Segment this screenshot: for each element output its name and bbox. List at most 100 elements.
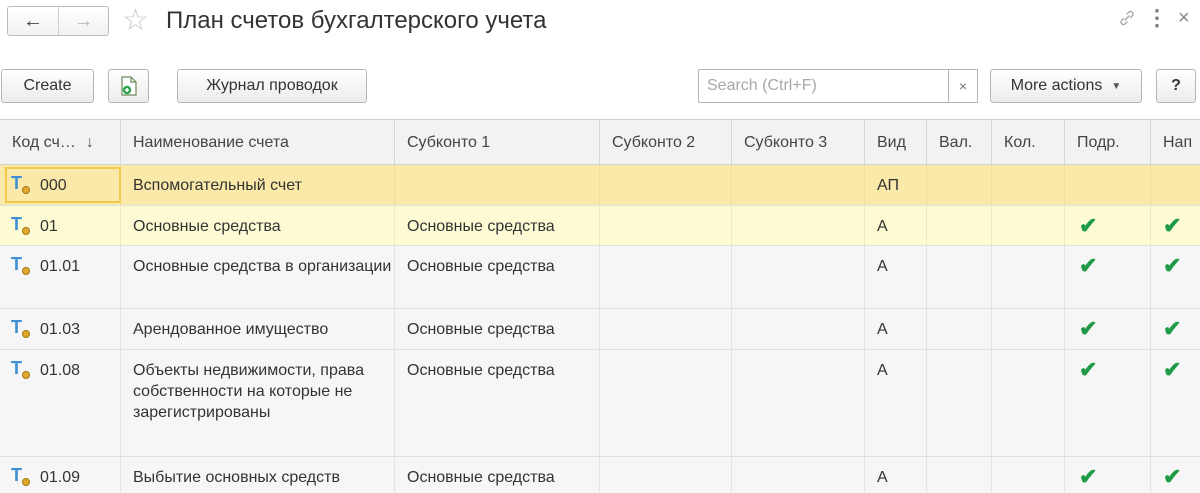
window-header: ← → ☆ План счетов бухгалтерского учета ⋮… [0, 0, 1200, 50]
cell-name[interactable]: Основные средства в организации [121, 246, 395, 308]
cell-nap[interactable]: ✔ [1151, 309, 1200, 349]
cell-subconto1[interactable] [395, 165, 600, 205]
column-header-division[interactable]: Подр. [1065, 120, 1151, 164]
cell-type[interactable]: А [865, 246, 927, 308]
account-type-icon: T [11, 254, 33, 276]
cell-currency[interactable] [927, 246, 992, 308]
cell-name[interactable]: Выбытие основных средств [121, 457, 395, 493]
cell-subconto1[interactable]: Основные средства [395, 350, 600, 456]
type-dot [22, 371, 30, 379]
save-to-file-button[interactable] [108, 69, 149, 103]
cell-nap[interactable]: ✔ [1151, 350, 1200, 456]
cell-name[interactable]: Объекты недвижимости, права собственност… [121, 350, 395, 456]
table-row[interactable]: T 01 Основные средства Основные средства … [0, 206, 1200, 246]
link-icon[interactable] [1117, 8, 1137, 34]
forward-button[interactable]: → [58, 7, 108, 35]
column-header-subconto3[interactable]: Субконто 3 [732, 120, 865, 164]
cell-quantity[interactable] [992, 206, 1065, 245]
cell-division[interactable]: ✔ [1065, 206, 1151, 245]
account-type-icon: T [11, 358, 33, 380]
cell-quantity[interactable] [992, 457, 1065, 493]
table-row[interactable]: T 01.08 Объекты недвижимости, права собст… [0, 350, 1200, 457]
cell-subconto1[interactable]: Основные средства [395, 309, 600, 349]
cell-type[interactable]: А [865, 206, 927, 245]
cell-quantity[interactable] [992, 165, 1065, 205]
cell-subconto1[interactable]: Основные средства [395, 246, 600, 308]
favorite-star-icon[interactable]: ☆ [122, 6, 149, 36]
cell-code[interactable]: T 01.01 [0, 246, 121, 308]
clear-icon: × [958, 78, 968, 94]
table-row[interactable]: T 01.09 Выбытие основных средств Основные… [0, 457, 1200, 493]
cell-name[interactable]: Основные средства [121, 206, 395, 245]
cell-name[interactable]: Вспомогательный счет [121, 165, 395, 205]
cell-subconto2[interactable] [600, 350, 732, 456]
account-type-icon: T [11, 173, 33, 195]
column-header-type[interactable]: Вид [865, 120, 927, 164]
cell-subconto1[interactable]: Основные средства [395, 206, 600, 245]
cell-code[interactable]: T 01 [0, 206, 121, 245]
cell-subconto3[interactable] [732, 165, 865, 205]
column-header-subconto1[interactable]: Субконто 1 [395, 120, 600, 164]
search-input[interactable] [707, 77, 940, 95]
table-row[interactable]: T 000 Вспомогательный счет АП [0, 165, 1200, 206]
column-header-subconto2[interactable]: Субконто 2 [600, 120, 732, 164]
cell-subconto3[interactable] [732, 457, 865, 493]
help-button[interactable]: ? [1156, 69, 1196, 103]
cell-quantity[interactable] [992, 309, 1065, 349]
cell-nap[interactable]: ✔ [1151, 457, 1200, 493]
table-row[interactable]: T 01.03 Арендованное имущество Основные с… [0, 309, 1200, 350]
cell-subconto1[interactable]: Основные средства [395, 457, 600, 493]
cell-division[interactable]: ✔ [1065, 309, 1151, 349]
column-header-code[interactable]: Код сч… ↓ [0, 120, 121, 164]
cell-division[interactable]: ✔ [1065, 350, 1151, 456]
cell-name[interactable]: Арендованное имущество [121, 309, 395, 349]
column-header-currency[interactable]: Вал. [927, 120, 992, 164]
account-type-icon: T [11, 465, 33, 487]
cell-code[interactable]: T 01.03 [0, 309, 121, 349]
back-button[interactable]: ← [8, 7, 58, 35]
close-icon[interactable]: × [1178, 8, 1190, 28]
cell-subconto2[interactable] [600, 246, 732, 308]
cell-currency[interactable] [927, 350, 992, 456]
cell-division[interactable]: ✔ [1065, 246, 1151, 308]
more-vertical-icon[interactable]: ⋮ [1146, 7, 1168, 29]
create-button[interactable]: Create [1, 69, 94, 103]
journal-button[interactable]: Журнал проводок [177, 69, 367, 103]
cell-subconto3[interactable] [732, 350, 865, 456]
cell-type[interactable]: А [865, 457, 927, 493]
cell-subconto3[interactable] [732, 309, 865, 349]
cell-subconto2[interactable] [600, 309, 732, 349]
column-header-quantity[interactable]: Кол. [992, 120, 1065, 164]
table-row[interactable]: T 01.01 Основные средства в организации О… [0, 246, 1200, 309]
cell-type[interactable]: А [865, 309, 927, 349]
cell-subconto2[interactable] [600, 206, 732, 245]
more-actions-button[interactable]: More actions ▼ [990, 69, 1142, 103]
cell-currency[interactable] [927, 457, 992, 493]
cell-code[interactable]: T 000 [0, 165, 121, 205]
type-letter: T [11, 254, 22, 274]
cell-nap[interactable]: ✔ [1151, 206, 1200, 245]
save-file-icon [120, 76, 137, 96]
cell-subconto3[interactable] [732, 206, 865, 245]
cell-currency[interactable] [927, 206, 992, 245]
cell-subconto2[interactable] [600, 165, 732, 205]
cell-division[interactable] [1065, 165, 1151, 205]
cell-currency[interactable] [927, 309, 992, 349]
clear-search-button[interactable]: × [948, 69, 978, 103]
sort-descending-icon: ↓ [85, 134, 94, 151]
cell-quantity[interactable] [992, 350, 1065, 456]
cell-code[interactable]: T 01.09 [0, 457, 121, 493]
cell-subconto3[interactable] [732, 246, 865, 308]
cell-nap[interactable]: ✔ [1151, 246, 1200, 308]
cell-nap[interactable] [1151, 165, 1200, 205]
column-header-label: Код сч… [12, 134, 76, 151]
cell-quantity[interactable] [992, 246, 1065, 308]
cell-subconto2[interactable] [600, 457, 732, 493]
cell-division[interactable]: ✔ [1065, 457, 1151, 493]
column-header-name[interactable]: Наименование счета [121, 120, 395, 164]
cell-type[interactable]: А [865, 350, 927, 456]
cell-currency[interactable] [927, 165, 992, 205]
column-header-nap[interactable]: Нап [1151, 120, 1200, 164]
cell-type[interactable]: АП [865, 165, 927, 205]
cell-code[interactable]: T 01.08 [0, 350, 121, 456]
